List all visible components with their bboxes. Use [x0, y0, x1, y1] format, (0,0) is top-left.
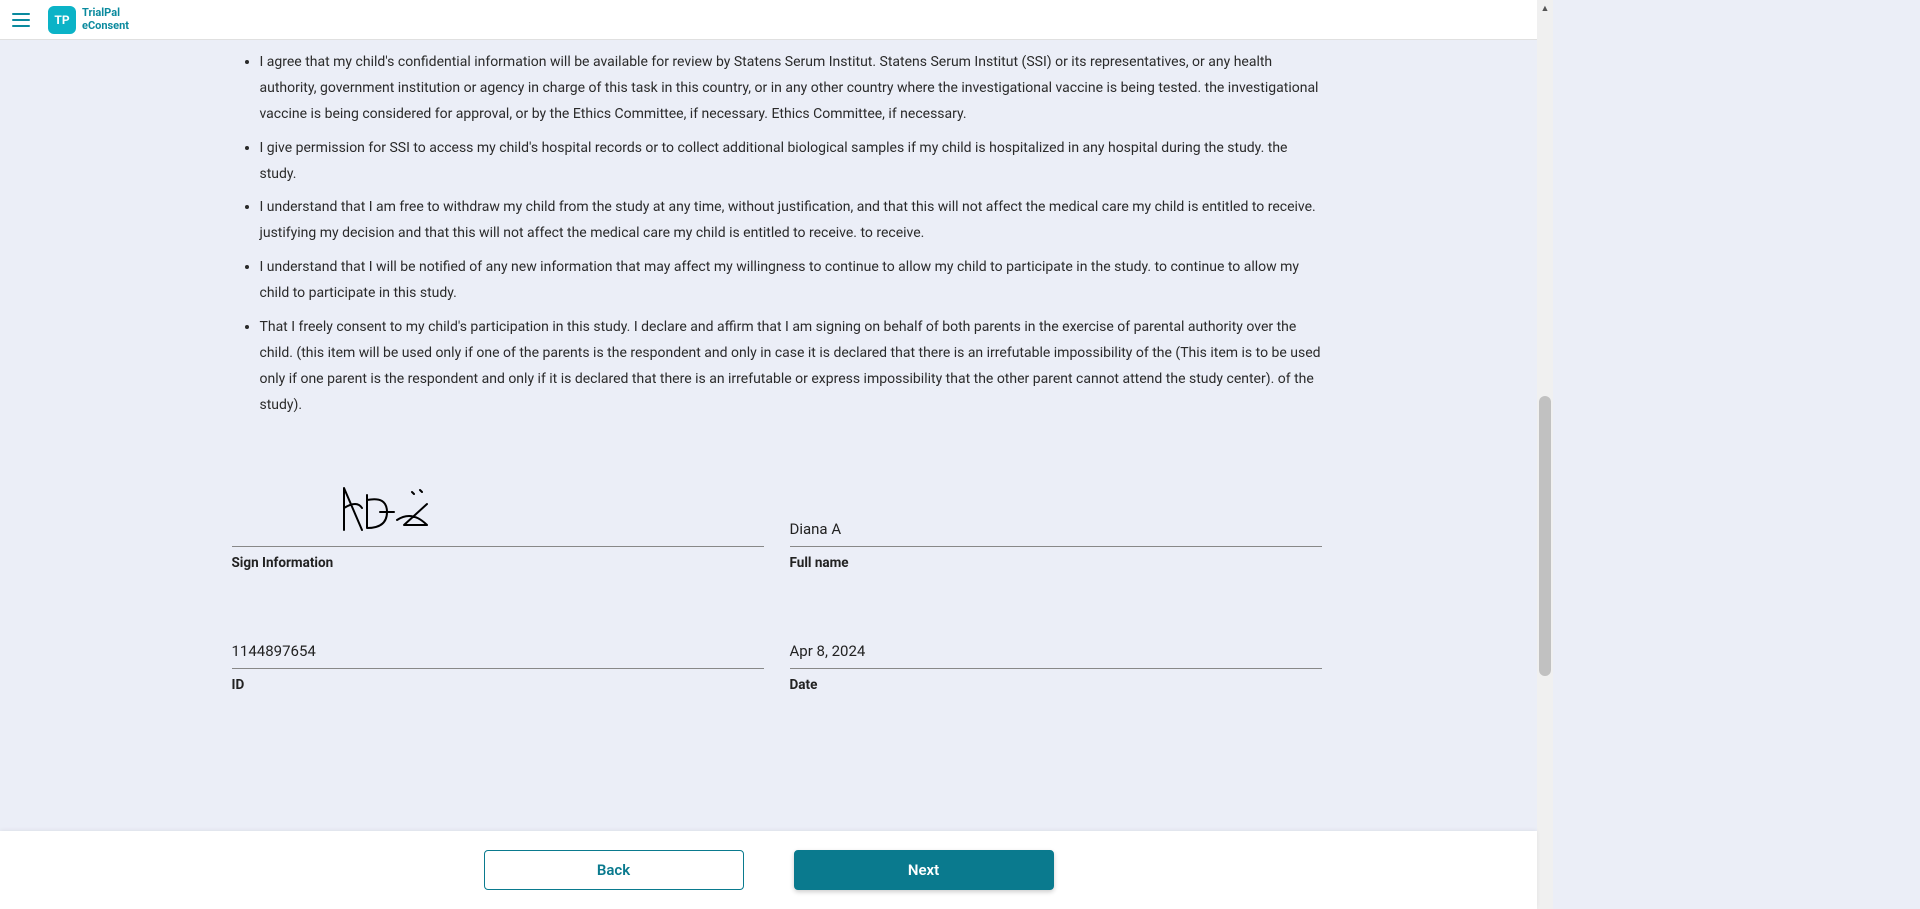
back-button[interactable]: Back: [484, 850, 744, 890]
date-field[interactable]: Apr 8, 2024: [790, 599, 1322, 669]
fullname-field[interactable]: Diana A: [790, 477, 1322, 547]
footer-nav: Back Next: [0, 831, 1537, 909]
date-value: Apr 8, 2024: [790, 642, 1322, 662]
sign-information-label: Sign Information: [232, 555, 764, 571]
fullname-value: Diana A: [790, 520, 1322, 540]
main-content: I agree that my child's confidential inf…: [0, 40, 1553, 909]
id-label: ID: [232, 677, 764, 693]
consent-item: I understand that I am free to withdraw …: [260, 195, 1322, 247]
id-value: 1144897654: [232, 642, 764, 662]
brand-name: TrialPal eConsent: [82, 7, 129, 31]
fullname-label: Full name: [790, 555, 1322, 571]
brand-line2: eConsent: [82, 20, 129, 32]
app-logo: TP: [48, 6, 76, 34]
brand-line1: TrialPal: [82, 7, 129, 19]
consent-item: I give permission for SSI to access my c…: [260, 136, 1322, 188]
date-label: Date: [790, 677, 1322, 693]
consent-item: I understand that I will be notified of …: [260, 255, 1322, 307]
consent-item: I agree that my child's confidential inf…: [260, 50, 1322, 128]
signature-field[interactable]: [232, 477, 764, 547]
next-button[interactable]: Next: [794, 850, 1054, 890]
consent-item: That I freely consent to my child's part…: [260, 315, 1322, 419]
signature-image: [332, 480, 452, 540]
id-field[interactable]: 1144897654: [232, 599, 764, 669]
scrollbar-thumb[interactable]: [1539, 396, 1551, 676]
app-header: TP TrialPal eConsent: [0, 0, 1553, 40]
signature-section: Sign Information Diana A Full name 11448…: [232, 477, 1322, 693]
scrollbar-up-arrow-icon[interactable]: ▲: [1537, 0, 1553, 16]
menu-icon[interactable]: [12, 8, 36, 32]
scrollbar-track[interactable]: [1537, 16, 1553, 909]
consent-bullet-list: I agree that my child's confidential inf…: [232, 50, 1322, 427]
